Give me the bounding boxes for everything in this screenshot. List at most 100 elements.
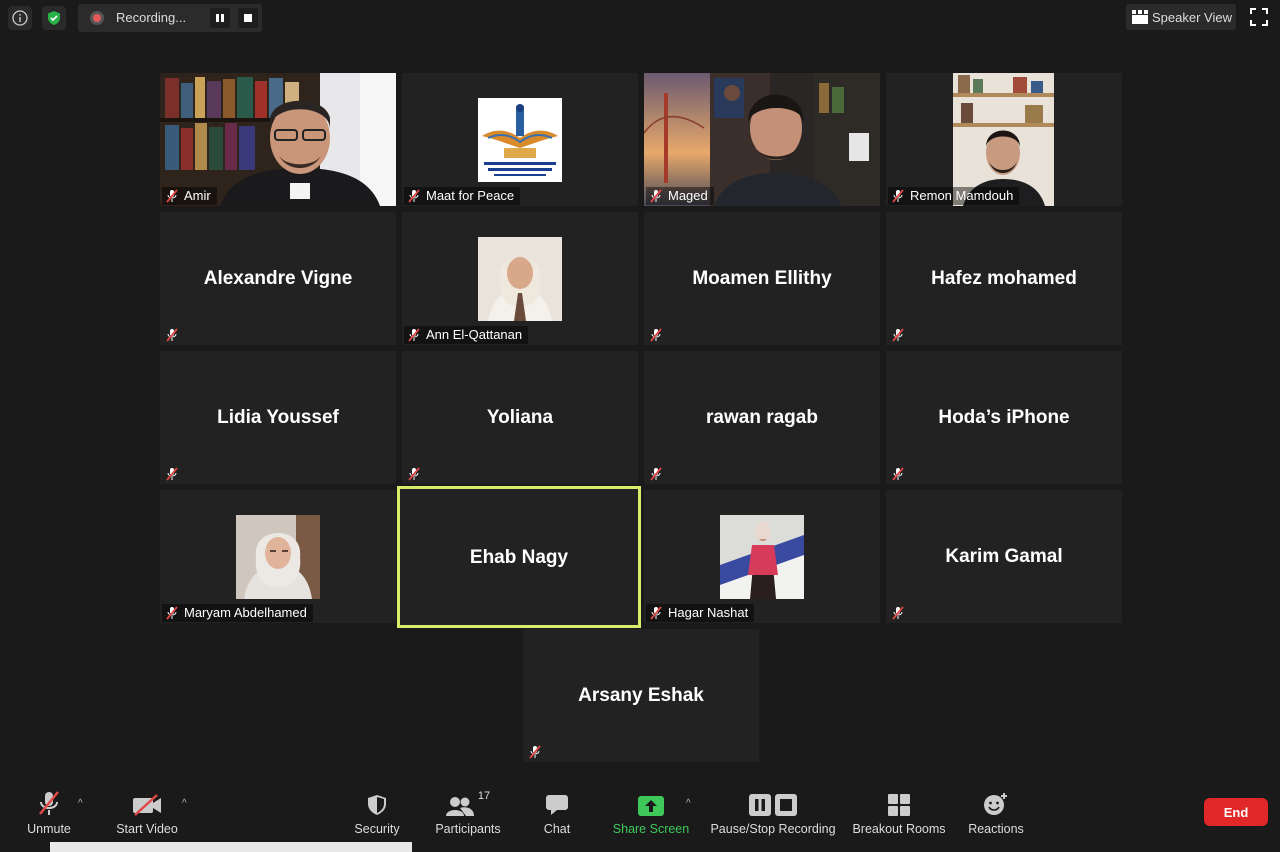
participant-tile[interactable]: Alexandre Vigne: [160, 212, 396, 345]
participant-tile[interactable]: Amir: [160, 73, 396, 206]
pause-stop-recording-label: Pause/Stop Recording: [710, 822, 836, 836]
muted-mic-icon: [408, 328, 420, 342]
participant-photo: [236, 515, 320, 599]
muted-mic-icon: [166, 606, 178, 620]
muted-mic-icon: [650, 189, 662, 203]
breakout-rooms-grid-icon: [888, 790, 910, 816]
pause-recording-button[interactable]: [210, 8, 230, 28]
reactions-label: Reactions: [968, 822, 1024, 836]
taskbar-strip: [50, 842, 412, 852]
participant-name-display: Alexandre Vigne: [203, 268, 353, 289]
recording-label: Recording...: [116, 10, 187, 25]
participant-name-label: Amir: [162, 187, 217, 205]
participant-tile[interactable]: Yoliana: [402, 351, 638, 484]
pause-stop-recording-button[interactable]: Pause/Stop Recording: [710, 790, 836, 836]
participant-tile[interactable]: Arsany Eshak: [523, 629, 759, 762]
muted-microphone-icon: [37, 790, 61, 816]
participant-name-label: Ann El-Qattanan: [404, 326, 529, 344]
breakout-rooms-button[interactable]: Breakout Rooms: [850, 790, 948, 836]
share-options-chevron-up-icon[interactable]: ^: [686, 798, 691, 809]
recording-dot-icon: [90, 11, 104, 25]
start-video-label: Start Video: [116, 822, 178, 836]
participants-label: Participants: [435, 822, 501, 836]
participant-tile[interactable]: rawan ragab: [644, 351, 880, 484]
muted-mic-icon: [408, 467, 420, 481]
chat-label: Chat: [543, 822, 571, 836]
participant-name-label: Maat for Peace: [404, 187, 521, 205]
top-bar: Recording... Speaker View: [0, 0, 1280, 36]
muted-mic-icon: [408, 189, 420, 203]
participant-name-label: Hagar Nashat: [646, 604, 755, 622]
participant-tile[interactable]: Karim Gamal: [886, 490, 1122, 623]
muted-mic-icon: [892, 606, 904, 620]
participant-tile[interactable]: Lidia Youssef: [160, 351, 396, 484]
speaker-view-button[interactable]: Speaker View: [1126, 4, 1236, 30]
participant-name-display: rawan ragab: [706, 407, 818, 428]
participant-name-display: Ehab Nagy: [469, 547, 569, 568]
muted-mic-icon: [650, 606, 662, 620]
video-options-chevron-up-icon[interactable]: ^: [182, 798, 187, 809]
share-screen-label: Share Screen: [612, 822, 690, 836]
participant-name: Hagar Nashat: [668, 605, 749, 620]
participant-name-display: Lidia Youssef: [217, 407, 339, 428]
participant-name-label: Maryam Abdelhamed: [162, 604, 313, 622]
participant-tile[interactable]: Ann El-Qattanan: [402, 212, 638, 345]
share-screen-arrow-icon: [638, 790, 664, 816]
security-label: Security: [354, 822, 400, 836]
participant-name: Maryam Abdelhamed: [184, 605, 307, 620]
share-screen-button[interactable]: Share Screen: [612, 790, 690, 836]
unmute-button[interactable]: Unmute: [24, 790, 74, 836]
participant-name: Amir: [184, 188, 211, 203]
participant-tile[interactable]: Maryam Abdelhamed: [160, 490, 396, 623]
participants-icon: 17: [445, 790, 491, 816]
stop-recording-button[interactable]: [238, 8, 258, 28]
muted-mic-icon: [166, 189, 178, 203]
participant-tile[interactable]: Maat for Peace: [402, 73, 638, 206]
active-speaker-tile[interactable]: Ehab Nagy: [397, 486, 641, 628]
participant-name: Remon Mamdouh: [910, 188, 1014, 203]
muted-mic-icon: [529, 745, 541, 759]
shield-icon: [367, 790, 387, 816]
muted-mic-icon: [166, 467, 178, 481]
participant-name-label: Remon Mamdouh: [888, 187, 1020, 205]
encryption-shield-icon[interactable]: [42, 6, 66, 30]
participant-name-label: Maged: [646, 187, 714, 205]
participant-tile[interactable]: Moamen Ellithy: [644, 212, 880, 345]
muted-mic-icon: [892, 328, 904, 342]
video-off-icon: [132, 790, 162, 816]
participant-name-display: Hafez mohamed: [931, 268, 1077, 289]
reactions-button[interactable]: Reactions: [966, 790, 1026, 836]
speaker-view-label: Speaker View: [1152, 9, 1232, 25]
muted-mic-icon: [650, 328, 662, 342]
participant-tile[interactable]: Hoda’s iPhone: [886, 351, 1122, 484]
audio-options-chevron-up-icon[interactable]: ^: [78, 798, 83, 809]
participant-photo: [720, 515, 804, 599]
fullscreen-icon[interactable]: [1250, 8, 1268, 26]
breakout-rooms-label: Breakout Rooms: [852, 822, 946, 836]
participants-button[interactable]: 17 Participants: [432, 790, 504, 836]
smiley-plus-icon: [983, 790, 1009, 816]
chat-bubble-icon: [545, 790, 569, 816]
participant-tile[interactable]: Remon Mamdouh: [886, 73, 1122, 206]
participant-name-display: Hoda’s iPhone: [938, 407, 1070, 428]
unmute-label: Unmute: [27, 822, 71, 836]
participant-tile[interactable]: Hafez mohamed: [886, 212, 1122, 345]
participant-name-display: Moamen Ellithy: [692, 268, 832, 289]
muted-mic-icon: [650, 467, 662, 481]
speaker-view-icon: [1132, 10, 1148, 24]
participants-count: 17: [477, 790, 491, 802]
info-icon[interactable]: [8, 6, 32, 30]
security-button[interactable]: Security: [352, 790, 402, 836]
end-meeting-button[interactable]: End: [1204, 798, 1268, 826]
muted-mic-icon: [166, 328, 178, 342]
recording-indicator: Recording...: [78, 4, 262, 32]
maat-logo: [478, 98, 562, 182]
pause-stop-icons: [749, 790, 797, 816]
participant-name-display: Yoliana: [486, 407, 554, 428]
muted-mic-icon: [892, 189, 904, 203]
chat-button[interactable]: Chat: [540, 790, 574, 836]
participant-tile[interactable]: Maged: [644, 73, 880, 206]
participant-name-display: Karim Gamal: [945, 546, 1063, 567]
start-video-button[interactable]: Start Video: [112, 790, 182, 836]
participant-tile[interactable]: Hagar Nashat: [644, 490, 880, 623]
